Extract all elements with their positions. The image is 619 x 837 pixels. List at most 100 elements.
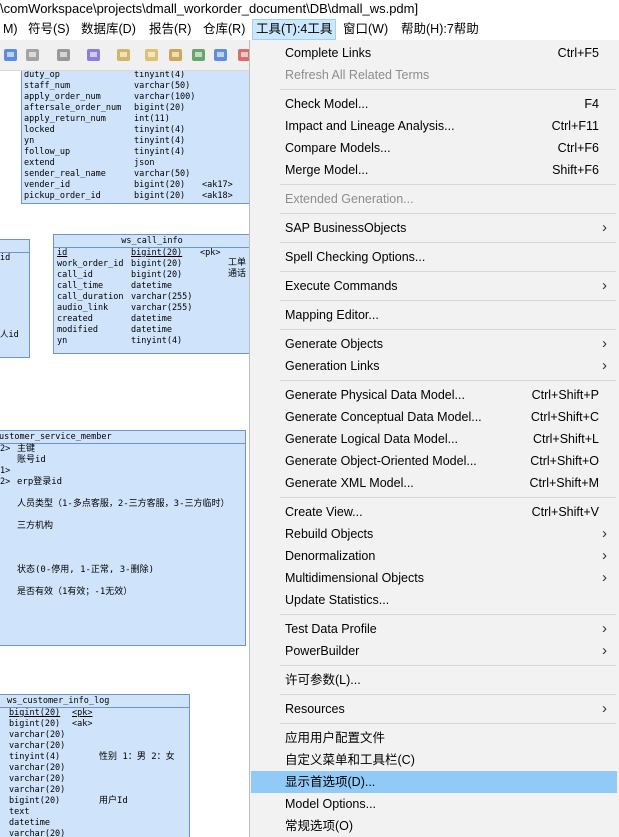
table-cell: varchar(20) (9, 829, 66, 837)
menu-item-generation-links[interactable]: Generation Links › (251, 355, 617, 377)
cut-icon[interactable] (115, 46, 133, 64)
menu-item-generate-logical-data-model[interactable]: Generate Logical Data Model... Ctrl+Shift… (251, 428, 617, 450)
tools-dropdown-menu: Complete Links Ctrl+F5 Refresh All Related… (249, 40, 619, 837)
menu-item-generate-conceptual-data-model[interactable]: Generate Conceptual Data Model... Ctrl+Sh… (251, 406, 617, 428)
menu-5[interactable]: 工具(T):4工具 (252, 19, 337, 40)
table-row (0, 554, 245, 565)
table-cell: bigint(20) (131, 259, 183, 269)
table-fragment-top[interactable]: duty_op tinyint(4) staff_num varchar(50) app… (21, 71, 250, 204)
table-row: extend json (22, 158, 250, 169)
menu-2[interactable]: 数据库(D) (78, 20, 139, 39)
menu-item-multidimensional-objects[interactable]: Multidimensional Objects › (251, 567, 617, 589)
menu-item-create-view[interactable]: Create View... Ctrl+Shift+V (251, 501, 617, 523)
table-cell: bigint(20) (9, 708, 61, 718)
table-ws-customer-info-log[interactable]: ws_customer_info_log bigint(20) <pk> bigint… (0, 694, 190, 837)
menu-item-label: Generate Logical Data Model... (285, 432, 459, 446)
menu-item-denormalization[interactable]: Denormalization › (251, 545, 617, 567)
table-cell: varchar(255) (131, 303, 193, 313)
menu-item-compare-models[interactable]: Compare Models... Ctrl+F6 (251, 137, 617, 159)
menu-item-check-model[interactable]: Check Model... F4 (251, 93, 617, 115)
table-cell: <ak18> (202, 191, 233, 201)
menu-item-sap-businessobjects[interactable]: SAP BusinessObjects › (251, 217, 617, 239)
table-header (0, 240, 29, 253)
menu-item-l[interactable]: 许可参数(L)... (251, 669, 617, 691)
refresh-icon[interactable] (190, 46, 208, 64)
table-row (0, 532, 245, 543)
menu-item-c[interactable]: 自定义菜单和工具栏(C) (251, 749, 617, 771)
menu-item-resources[interactable]: Resources › (251, 698, 617, 720)
table-cell: tinyint(4) (131, 336, 183, 346)
menu-item-label: Generate Conceptual Data Model... (285, 410, 482, 424)
table-row: audio_link varchar(255) (54, 303, 250, 314)
check-icon[interactable] (212, 46, 230, 64)
diagram-canvas[interactable]: duty_op tinyint(4) staff_num varchar(50) app… (0, 71, 250, 837)
menu-item-model-options[interactable]: Model Options... (251, 793, 617, 815)
table-cell: yn (57, 336, 68, 346)
menu-item-execute-commands[interactable]: Execute Commands › (251, 275, 617, 297)
undo-icon[interactable] (2, 46, 20, 64)
menu-item-refresh-all-related-terms: Refresh All Related Terms (251, 64, 617, 86)
menu-6[interactable]: 窗口(W) (340, 20, 391, 39)
table-row: 2> erp登录id (0, 477, 245, 488)
menu-0[interactable]: M) (0, 20, 21, 39)
menu-4[interactable]: 仓库(R) (200, 20, 248, 39)
menu-separator (280, 242, 616, 243)
window-title: \comWorkspace\projects\dmall_workorder_d… (0, 0, 619, 19)
table-cell: bigint(20) (9, 796, 61, 806)
paste-icon[interactable] (143, 46, 161, 64)
menu-1[interactable]: 符号(S) (25, 20, 73, 39)
menu-item-test-data-profile[interactable]: Test Data Profile › (251, 618, 617, 640)
table-cell: 1> (0, 466, 11, 476)
properties-icon[interactable] (85, 46, 103, 64)
table-ws-call-info[interactable]: ws_call_info id bigint(20) <pk> work_order_i… (53, 234, 250, 354)
menu-item-shortcut: Ctrl+Shift+V (531, 505, 599, 519)
menu-3[interactable]: 报告(R) (146, 20, 194, 39)
table-row: varchar(20) (0, 785, 189, 796)
menu-separator (280, 213, 616, 214)
menu-item-mapping-editor[interactable]: Mapping Editor... (251, 304, 617, 326)
copy-icon[interactable] (55, 46, 73, 64)
menu-separator (280, 329, 616, 330)
table-cell: tinyint(4) (134, 125, 186, 135)
table-fragment-left[interactable]: id 人id (0, 239, 30, 358)
table-row: locked tinyint(4) (22, 125, 250, 136)
column-comment: 通话 (228, 269, 247, 279)
menu-item-item-40[interactable]: 应用用户配置文件 (251, 727, 617, 749)
table-row: 三方机构 (0, 521, 245, 532)
menu-item-generate-object-oriented-model[interactable]: Generate Object-Oriented Model... Ctrl+Sh… (251, 450, 617, 472)
table-cell: duty_op (24, 71, 60, 80)
menu-item-rebuild-objects[interactable]: Rebuild Objects › (251, 523, 617, 545)
menu-item-label: Model Options... (285, 797, 377, 811)
menu-item-generate-objects[interactable]: Generate Objects › (251, 333, 617, 355)
menu-item-d[interactable]: 显示首选项(D)... (251, 771, 617, 793)
table-customer-service-member[interactable]: ustomer_service_member 2> 主键 账号id 1> 2> erp登录i… (0, 430, 246, 646)
redo-icon[interactable] (24, 46, 42, 64)
menu-7[interactable]: 帮助(H):7帮助 (398, 20, 482, 39)
menu-item-label: Spell Checking Options... (285, 250, 426, 264)
find-icon[interactable] (167, 46, 185, 64)
menu-item-generate-xml-model[interactable]: Generate XML Model... Ctrl+Shift+M (251, 472, 617, 494)
table-cell: apply_return_num (24, 114, 106, 124)
table-cell: datetime (131, 281, 172, 291)
table-cell: 人员类型（1-多点客服，2-三方客服，3-三方临时） (17, 499, 230, 509)
table-title: ws_call_info (54, 235, 250, 248)
menu-separator (280, 665, 616, 666)
menu-item-label: Test Data Profile (285, 622, 377, 636)
menu-item-impact-and-lineage-analysis[interactable]: Impact and Lineage Analysis... Ctrl+F11 (251, 115, 617, 137)
menu-item-merge-model[interactable]: Merge Model... Shift+F6 (251, 159, 617, 181)
table-cell: aftersale_order_num (24, 103, 122, 113)
table-cell: id (0, 253, 11, 263)
chevron-right-icon: › (602, 357, 607, 374)
table-cell: varchar(255) (131, 292, 193, 302)
menu-item-update-statistics[interactable]: Update Statistics... (251, 589, 617, 611)
menu-item-label: 显示首选项(D)... (285, 775, 376, 789)
menu-item-generate-physical-data-model[interactable]: Generate Physical Data Model... Ctrl+Shif… (251, 384, 617, 406)
menu-item-complete-links[interactable]: Complete Links Ctrl+F5 (251, 42, 617, 64)
menu-item-label: Execute Commands (285, 279, 398, 293)
menu-item-label: 许可参数(L)... (285, 673, 361, 687)
table-row: 人员类型（1-多点客服，2-三方客服，3-三方临时） (0, 499, 245, 510)
menu-item-powerbuilder[interactable]: PowerBuilder › (251, 640, 617, 662)
menu-item-o[interactable]: 常规选项(O) (251, 815, 617, 837)
menu-item-spell-checking-options[interactable]: Spell Checking Options... (251, 246, 617, 268)
menu-item-label: Complete Links (285, 46, 372, 60)
